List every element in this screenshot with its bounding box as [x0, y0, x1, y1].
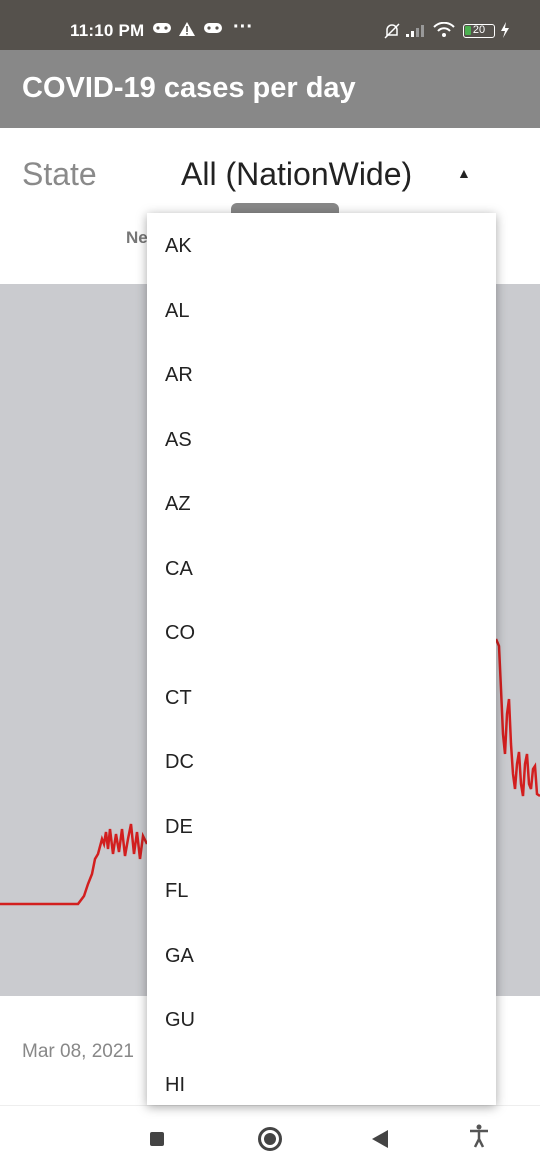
page-title: COVID-19 cases per day [22, 72, 356, 104]
dropdown-option-label: AK [165, 235, 192, 257]
accessibility-icon[interactable] [468, 1124, 490, 1154]
dropdown-option-label: CA [165, 557, 193, 580]
wifi-icon [433, 21, 455, 42]
dropdown-option-dc[interactable]: DC [147, 730, 496, 794]
dropdown-option-as[interactable]: AS [147, 408, 496, 472]
dropdown-option-label: CO [165, 622, 195, 644]
dropdown-option-label: AL [165, 299, 190, 322]
mute-bell-icon [383, 22, 401, 44]
dropdown-option-gu[interactable]: GU [147, 988, 496, 1052]
dropdown-option-ak[interactable]: AK [147, 214, 496, 278]
system-navigation-bar [0, 1105, 540, 1171]
dropdown-option-co[interactable]: CO [147, 601, 496, 665]
state-selected-value: All (NationWide) [181, 156, 413, 192]
more-notifications-icon: ··· [233, 16, 253, 38]
dropdown-option-label: DE [165, 815, 193, 838]
dropdown-option-al[interactable]: AL [147, 279, 496, 343]
dropdown-option-label: HI [165, 1073, 185, 1096]
dropdown-option-label: GU [165, 1009, 195, 1031]
dropdown-option-ar[interactable]: AR [147, 343, 496, 407]
dropdown-option-az[interactable]: AZ [147, 472, 496, 536]
state-label: State [22, 156, 97, 192]
cases-series-line-left [0, 823, 149, 906]
dropdown-option-ct[interactable]: CT [147, 666, 496, 730]
status-bar: 11:10 PM ··· 20 [0, 0, 540, 50]
dropdown-option-hi[interactable]: HI [147, 1053, 496, 1106]
dropdown-option-label: FL [165, 880, 189, 902]
state-dropdown-menu: AK AL AR AS AZ CA CO CT DC DE FL GA GU HI [147, 213, 496, 1105]
chart-date: Mar 08, 2021 [22, 1041, 134, 1062]
dropdown-option-label: DC [165, 751, 194, 773]
dropdown-option-label: CT [165, 686, 192, 709]
dropdown-option-ca[interactable]: CA [147, 537, 496, 601]
dropdown-option-label: AR [165, 364, 193, 386]
back-button[interactable] [372, 1130, 388, 1148]
cases-series-line-right [494, 638, 540, 798]
status-time: 11:10 PM [70, 21, 145, 40]
recents-button[interactable] [150, 1132, 164, 1146]
game-controller-icon [203, 21, 223, 39]
dropdown-option-label: AS [165, 428, 192, 451]
caret-up-icon: ▲ [457, 165, 471, 181]
battery-icon: 20 [463, 24, 495, 38]
charging-icon [500, 22, 510, 42]
dropdown-option-label: AZ [165, 493, 191, 515]
game-controller-icon [152, 21, 172, 39]
dropdown-option-label: GA [165, 944, 194, 967]
dropdown-option-de[interactable]: DE [147, 795, 496, 859]
chart-tab-label[interactable]: Ne [126, 228, 148, 248]
battery-level: 20 [472, 24, 486, 36]
dropdown-option-ga[interactable]: GA [147, 924, 496, 988]
warning-icon [178, 21, 196, 41]
app-bar: COVID-19 cases per day [0, 50, 540, 128]
state-dropdown[interactable]: All (NationWide) ▲ [181, 153, 481, 201]
dropdown-option-fl[interactable]: FL [147, 859, 496, 923]
signal-icon [405, 22, 427, 42]
home-button[interactable] [258, 1127, 282, 1151]
